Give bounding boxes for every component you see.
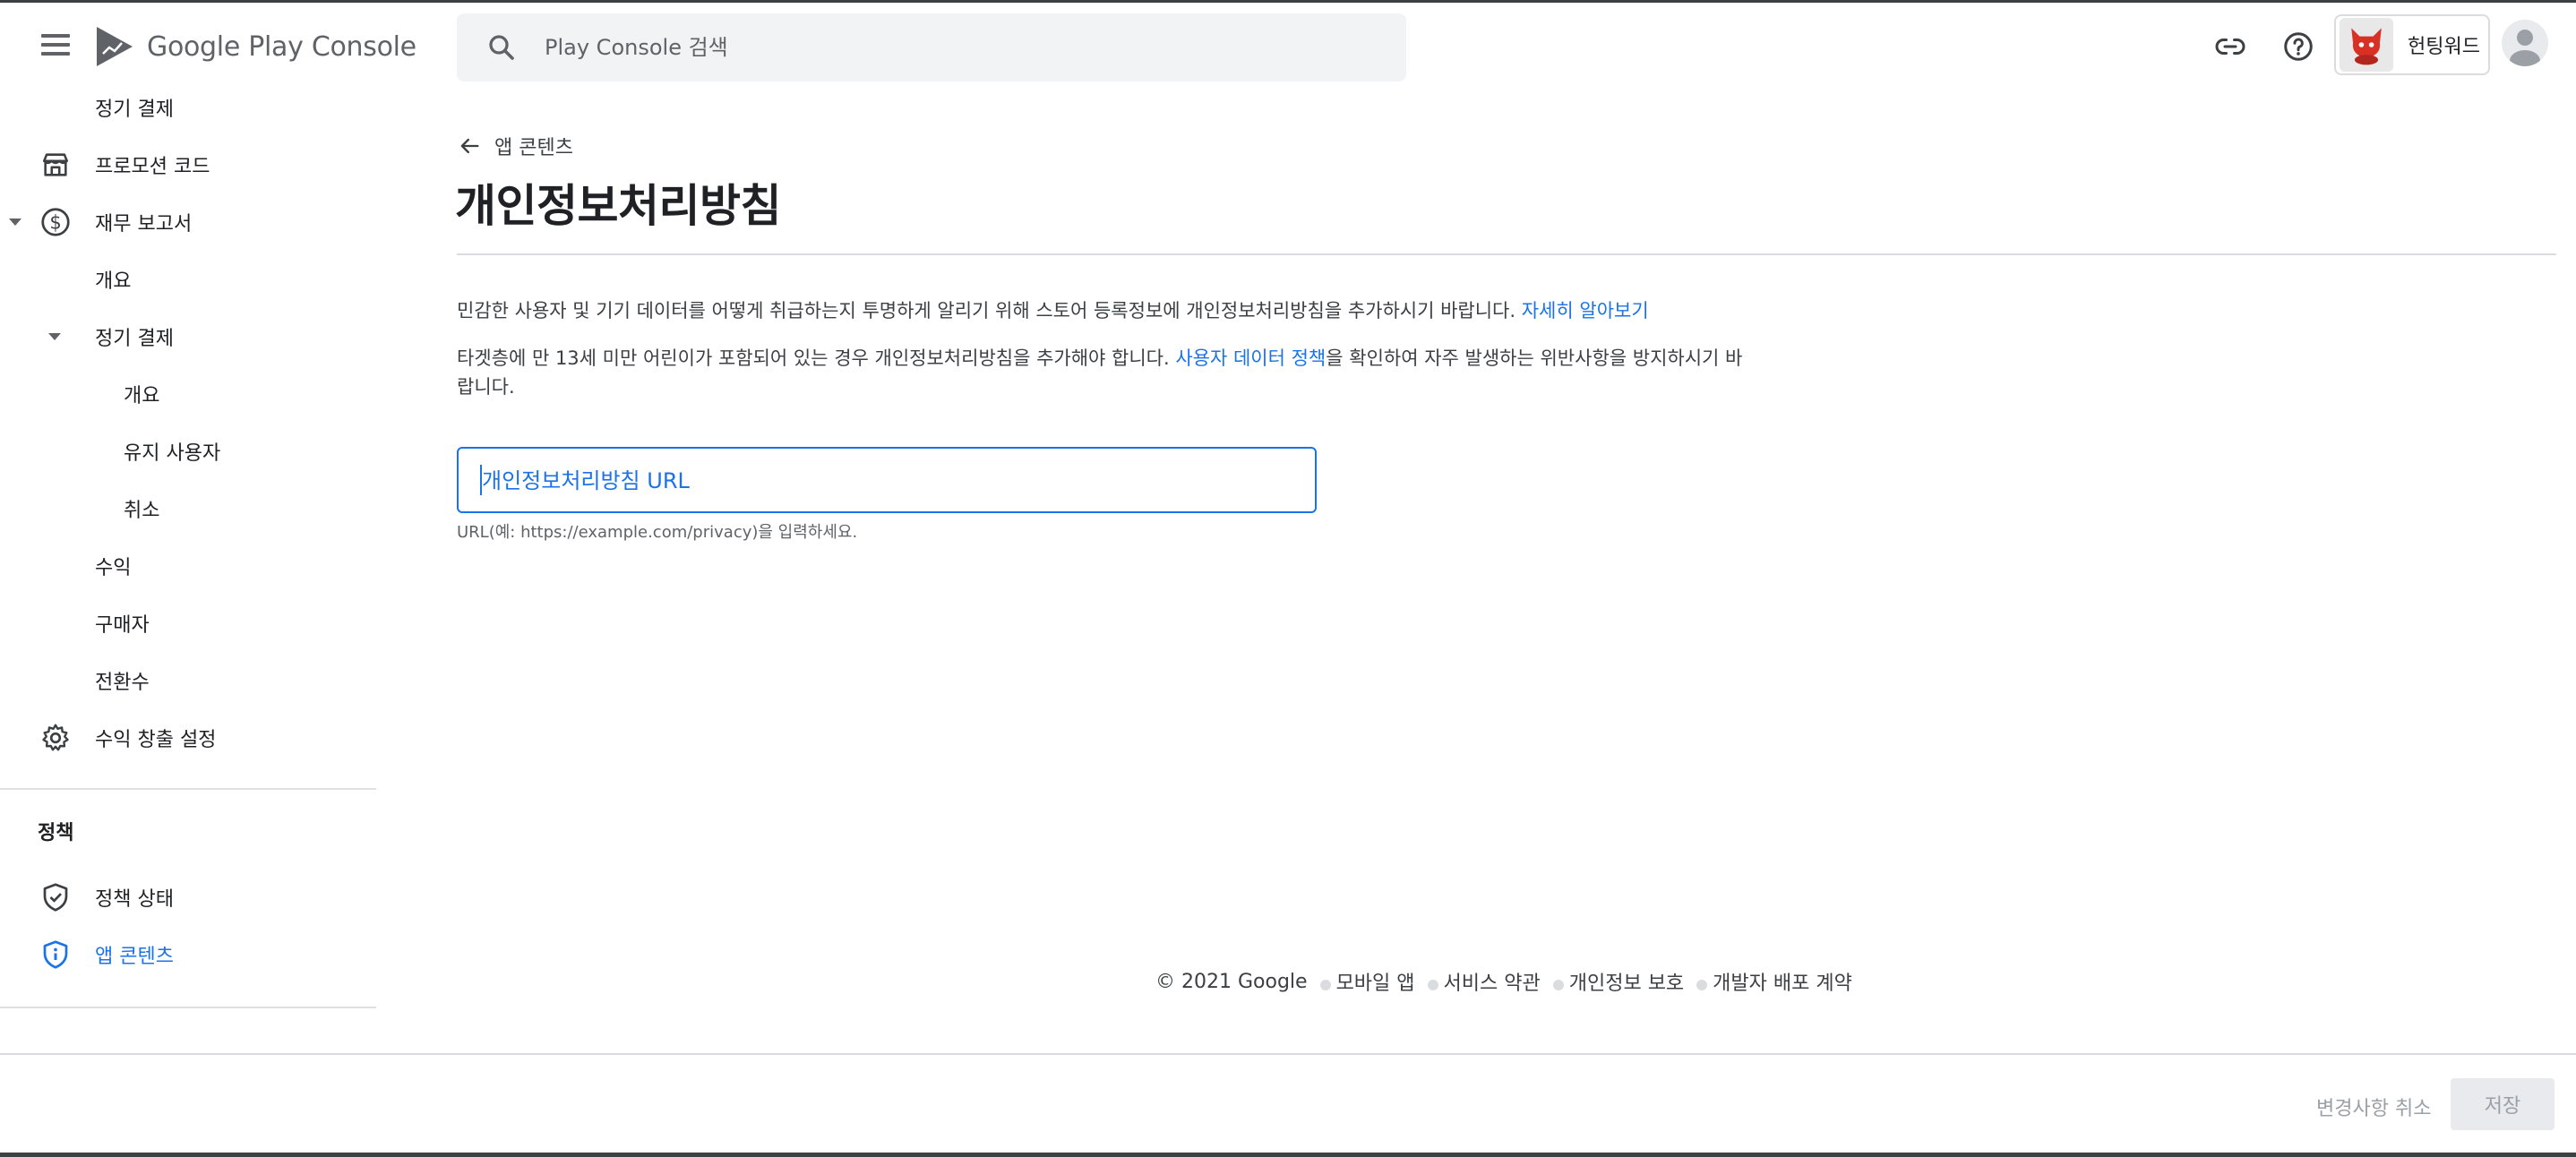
gear-icon	[38, 720, 73, 756]
help-icon[interactable]	[2273, 21, 2323, 72]
sidebar-item-conversions[interactable]: 전환수	[0, 656, 376, 706]
play-logo-icon	[97, 27, 133, 66]
footer: © 2021 Google 모바일 앱 서비스 약관 개인정보 보호 개발자 배…	[1155, 967, 1852, 996]
sidebar-item-financial-reports[interactable]: $ 재무 보고서	[0, 197, 376, 247]
play-console-logo[interactable]: Google Play Console	[95, 21, 416, 72]
footer-separator	[1552, 980, 1564, 990]
top-border	[0, 0, 2576, 3]
footer-link-terms[interactable]: 서비스 약관	[1444, 967, 1541, 996]
footer-link-mobile-app[interactable]: 모바일 앱	[1336, 967, 1415, 996]
shield-check-icon	[38, 879, 73, 915]
sidebar-item-buyers[interactable]: 구매자	[0, 598, 376, 648]
sidebar-item-overview[interactable]: 개요	[0, 254, 376, 304]
sidebar-item-cancellations[interactable]: 취소	[0, 484, 376, 534]
sidebar-item-monetization-setup[interactable]: 수익 창출 설정	[0, 713, 376, 763]
action-bar: 변경사항 취소 저장	[0, 1053, 2576, 1153]
logo-text: Google Play Console	[147, 30, 416, 63]
search-input[interactable]	[543, 34, 1352, 61]
sidebar-item-label: 정기 결제	[95, 328, 174, 350]
back-link-label: 앱 콘텐츠	[494, 137, 573, 159]
sidebar-item-label: 수익 창출 설정	[95, 729, 217, 751]
sidebar-item-app-content[interactable]: 앱 콘텐츠	[0, 930, 376, 980]
account-switcher[interactable]: 헌팅워드	[2334, 14, 2490, 75]
title-divider	[457, 253, 2556, 255]
description-paragraph: 민감한 사용자 및 기기 데이터를 어떻게 취급하는지 투명하게 알리기 위해 …	[457, 296, 1765, 325]
sidebar-item-label: 프로모션 코드	[95, 156, 210, 178]
back-link[interactable]: 앱 콘텐츠	[457, 131, 573, 161]
footer-link-privacy[interactable]: 개인정보 보호	[1569, 967, 1684, 996]
arrow-back-icon	[460, 138, 479, 154]
menu-icon[interactable]	[34, 29, 77, 64]
user-data-policy-link[interactable]: 사용자 데이터 정책	[1175, 347, 1326, 369]
sidebar-item-revenue[interactable]: 수익	[0, 541, 376, 591]
developer-avatar	[2340, 18, 2393, 72]
sidebar-item-label: 정기 결제	[95, 99, 174, 121]
sidebar-item-subscriptions[interactable]: 정기 결제	[0, 82, 376, 133]
sidebar-section-policy: 정책	[38, 822, 74, 844]
url-hint: URL(예: https://example.com/privacy)을 입력하…	[457, 523, 858, 542]
sidebar-item-label: 재무 보고서	[95, 213, 193, 236]
search-icon	[489, 35, 514, 60]
children-policy-text: 타겟층에 만 13세 미만 어린이가 포함되어 있는 경우 개인정보처리방침을 …	[457, 347, 1176, 369]
search-bar[interactable]	[457, 13, 1406, 81]
sidebar-item-label: 앱 콘텐츠	[95, 946, 174, 968]
footer-separator	[1696, 980, 1708, 990]
sidebar-item-label: 구매자	[95, 614, 150, 637]
sidebar-item-label: 유지 사용자	[124, 442, 221, 465]
sidebar-item-label: 수익	[95, 557, 132, 579]
description-text: 민감한 사용자 및 기기 데이터를 어떻게 취급하는지 투명하게 알리기 위해 …	[457, 300, 1522, 321]
discard-changes-button[interactable]: 변경사항 취소	[2304, 1082, 2443, 1132]
sidebar-item-promo-codes[interactable]: 프로모션 코드	[0, 140, 376, 190]
page-title: 개인정보처리방침	[455, 180, 782, 232]
account-name: 헌팅워드	[2408, 36, 2480, 58]
shield-info-icon	[38, 937, 73, 973]
chevron-down-icon	[48, 333, 61, 340]
sidebar-item-policy-status[interactable]: 정책 상태	[0, 872, 376, 922]
sidebar-divider	[0, 1007, 376, 1008]
children-policy-paragraph: 타겟층에 만 13세 미만 어린이가 포함되어 있는 경우 개인정보처리방침을 …	[457, 344, 1747, 401]
sidebar-item-subscriptions-report[interactable]: 정기 결제	[0, 312, 376, 362]
sidebar-item-label: 개요	[95, 270, 132, 293]
sidebar-item-sub-overview[interactable]: 개요	[0, 369, 376, 419]
save-button[interactable]: 저장	[2451, 1078, 2555, 1130]
store-icon	[38, 147, 73, 183]
footer-separator	[1319, 980, 1331, 990]
link-icon[interactable]	[2205, 21, 2255, 72]
privacy-url-field[interactable]	[457, 447, 1317, 513]
sidebar-item-label: 개요	[124, 385, 160, 407]
bottom-border	[0, 1153, 2576, 1157]
footer-link-developer-agreement[interactable]: 개발자 배포 계약	[1713, 967, 1852, 996]
sidebar-item-label: 정책 상태	[95, 888, 174, 911]
user-avatar-icon[interactable]	[2502, 20, 2548, 66]
sidebar-divider	[0, 788, 376, 790]
dollar-circle-icon: $	[38, 204, 73, 240]
sidebar-item-label: 취소	[124, 500, 160, 522]
sidebar-item-label: 전환수	[95, 672, 150, 694]
learn-more-link[interactable]: 자세히 알아보기	[1522, 300, 1649, 321]
copyright-text: © 2021 Google	[1155, 970, 1308, 993]
sidebar-item-retained-users[interactable]: 유지 사용자	[0, 426, 376, 476]
footer-separator	[1427, 980, 1438, 990]
privacy-url-input[interactable]	[480, 449, 1290, 513]
chevron-down-icon	[9, 219, 21, 226]
svg-text:$: $	[49, 212, 61, 234]
